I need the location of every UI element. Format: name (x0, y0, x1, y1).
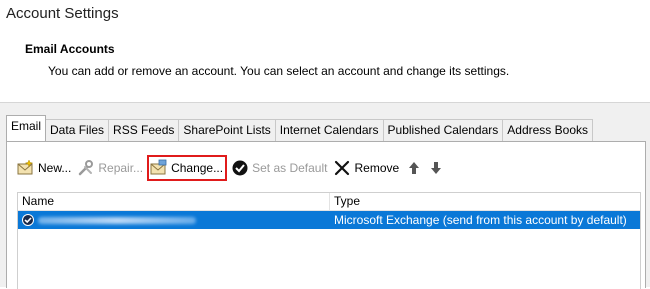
redacted-account-name (38, 217, 196, 224)
set-as-default-button[interactable]: Set as Default (231, 157, 327, 179)
remove-button-label: Remove (354, 161, 400, 175)
default-account-check-icon (22, 214, 34, 226)
section-description: You can add or remove an account. You ca… (48, 64, 510, 78)
column-header-name[interactable]: Name (18, 193, 54, 210)
repair-button[interactable]: Repair... (77, 157, 143, 179)
tab-sharepoint-lists[interactable]: SharePoint Lists (178, 119, 276, 141)
tab-bar: Email Data Files RSS Feeds SharePoint Li… (6, 115, 593, 141)
tab-address-books[interactable]: Address Books (502, 119, 593, 141)
default-check-icon (231, 159, 249, 177)
tab-published-calendars[interactable]: Published Calendars (382, 119, 504, 141)
email-tab-panel: New... Repair... Change... Set as Defaul… (6, 141, 646, 289)
arrow-down-icon (427, 159, 445, 177)
new-account-icon (17, 159, 35, 177)
set-as-default-label: Set as Default (252, 161, 328, 175)
tab-rss-feeds[interactable]: RSS Feeds (108, 119, 180, 141)
remove-x-icon (333, 159, 351, 177)
new-button-label: New... (38, 161, 72, 175)
move-down-button[interactable] (427, 157, 445, 179)
new-button[interactable]: New... (17, 157, 71, 179)
account-row[interactable]: Microsoft Exchange (send from this accou… (18, 211, 640, 229)
repair-tools-icon (77, 159, 95, 177)
account-settings-content: Email Data Files RSS Feeds SharePoint Li… (0, 102, 650, 289)
change-account-icon (150, 159, 168, 177)
list-header: Name Type (18, 193, 640, 211)
tab-data-files[interactable]: Data Files (45, 119, 110, 141)
toolbar: New... Repair... Change... Set as Defaul… (17, 155, 451, 181)
section-title: Email Accounts (25, 42, 115, 56)
repair-button-label: Repair... (98, 161, 144, 175)
change-button-label: Change... (171, 161, 224, 175)
tab-email[interactable]: Email (6, 115, 47, 141)
arrow-up-icon (405, 159, 423, 177)
change-button[interactable]: Change... (147, 155, 228, 181)
tab-internet-calendars[interactable]: Internet Calendars (274, 119, 384, 141)
move-up-button[interactable] (405, 157, 423, 179)
account-name (38, 213, 198, 226)
account-type: Microsoft Exchange (send from this accou… (334, 213, 627, 227)
remove-button[interactable]: Remove (333, 157, 399, 179)
column-header-type[interactable]: Type (330, 193, 360, 210)
window-title: Account Settings (6, 5, 119, 22)
accounts-list: Name Type Microsoft Exchange (send from … (17, 192, 641, 289)
